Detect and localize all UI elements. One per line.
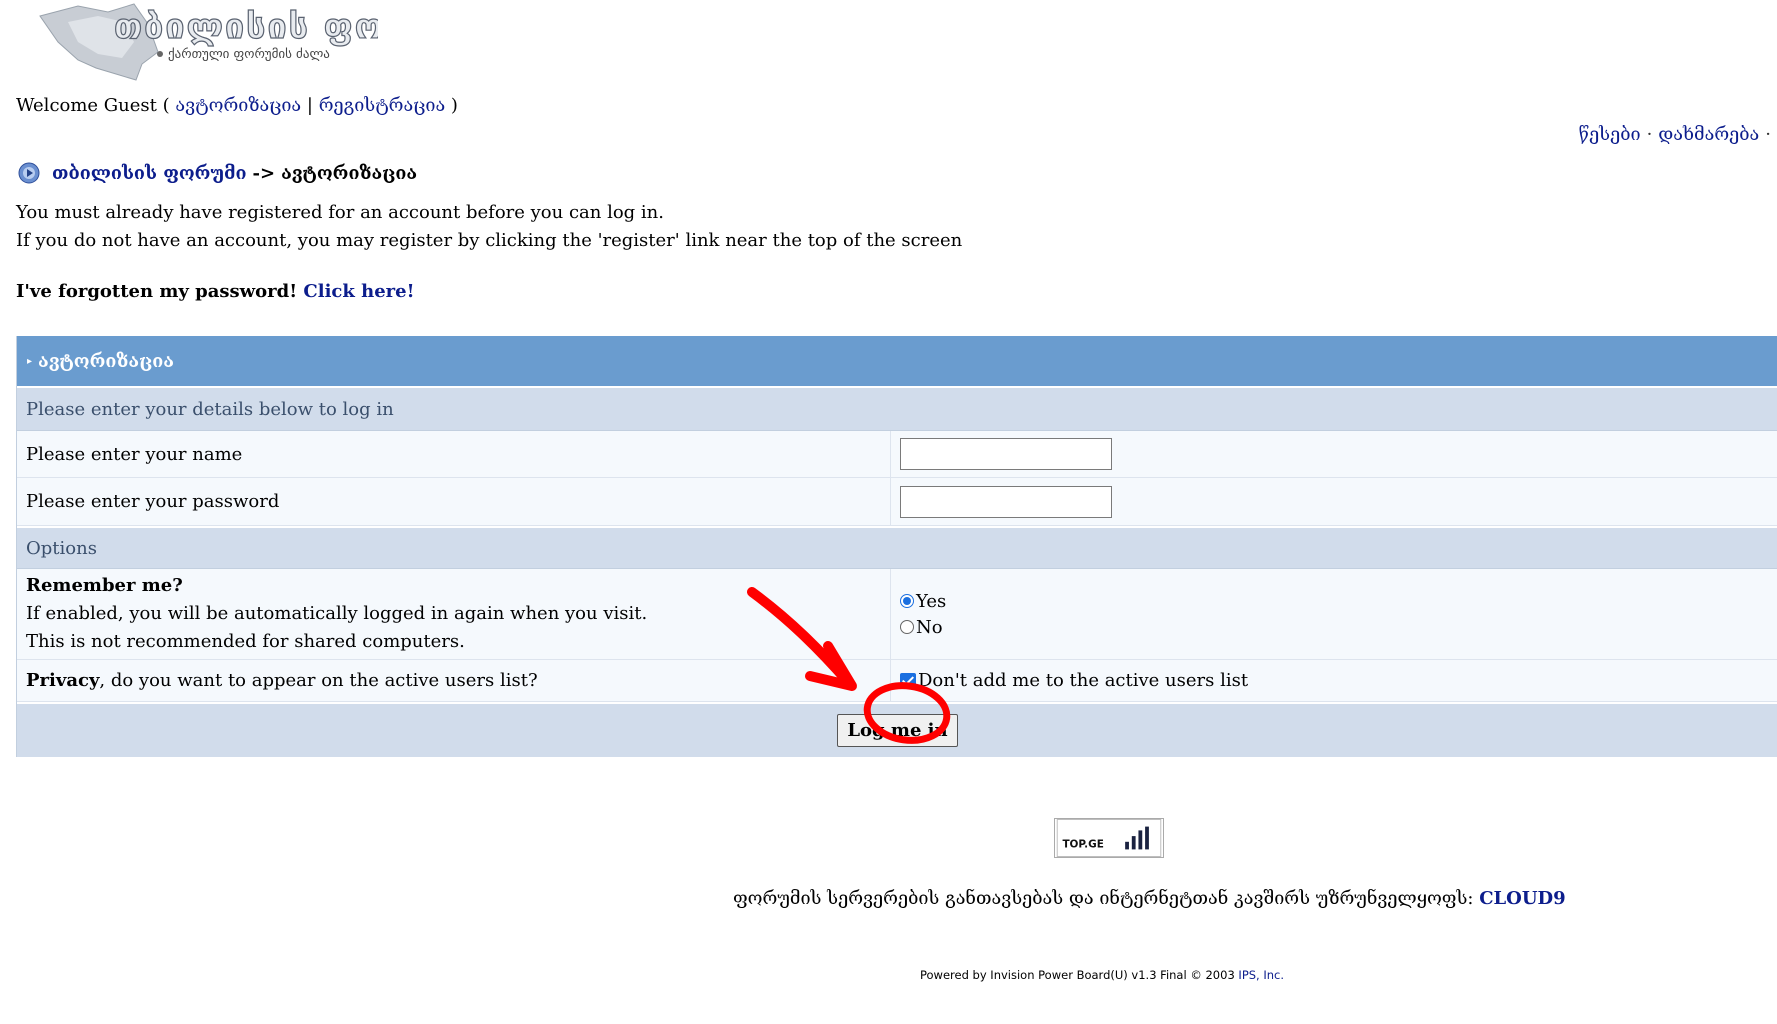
remember-yes-label[interactable]: Yes <box>916 591 946 612</box>
counter-label: TOP.GE <box>1062 839 1103 851</box>
remember-row: Remember me? If enabled, you will be aut… <box>17 569 1777 660</box>
remember-no-label[interactable]: No <box>916 617 943 638</box>
rules-link[interactable]: წესები <box>1579 124 1641 145</box>
login-info: You must already have registered for an … <box>16 199 962 255</box>
form-title-bar: ▸ ავტორიზაცია <box>17 336 1777 386</box>
welcome-bar: Welcome Guest ( ავტორიზაცია | რეგისტრაცი… <box>16 95 458 116</box>
login-button[interactable]: Log me in <box>837 714 958 747</box>
nav-bullet-icon <box>18 162 40 184</box>
breadcrumb-forum-link[interactable]: თბილისის ფორუმი <box>52 163 247 184</box>
welcome-prefix: Welcome Guest ( <box>16 95 176 116</box>
options-header: Options <box>17 526 1777 569</box>
name-label: Please enter your name <box>26 443 243 465</box>
breadcrumb-arrow: -> <box>252 162 276 184</box>
ips-link[interactable]: IPS, Inc. <box>1238 968 1284 982</box>
logo-subtitle: ქართული ფორუმის ძალა <box>168 47 330 62</box>
details-header-text: Please enter your details below to log i… <box>26 398 394 420</box>
remember-desc-1: If enabled, you will be automatically lo… <box>26 603 648 624</box>
welcome-suffix: ) <box>445 95 458 116</box>
password-row: Please enter your password <box>17 478 1777 526</box>
remember-no-radio[interactable] <box>900 620 914 634</box>
privacy-bold: Privacy <box>26 670 100 691</box>
name-row: Please enter your name <box>17 431 1777 478</box>
breadcrumb: თბილისის ფორუმი -> ავტორიზაცია <box>18 162 417 184</box>
dot-separator-end: · <box>1765 124 1771 145</box>
password-input[interactable] <box>900 485 1112 518</box>
options-header-text: Options <box>26 537 97 559</box>
remember-title: Remember me? <box>26 575 183 596</box>
breadcrumb-current: ავტორიზაცია <box>281 162 418 184</box>
remember-no-option[interactable]: No <box>900 614 1777 640</box>
dot-separator: · <box>1646 124 1653 145</box>
powered-by: Powered by Invision Power Board(U) v1.3 … <box>920 968 1284 982</box>
privacy-row: Privacy, do you want to appear on the ac… <box>17 660 1777 702</box>
form-title: ავტორიზაცია <box>38 350 174 372</box>
remember-desc-2: This is not recommended for shared compu… <box>26 631 465 652</box>
forgot-password: I've forgotten my password! Click here! <box>16 281 415 302</box>
topge-counter-badge[interactable]: TOP.GE <box>1054 818 1164 858</box>
remember-yes-radio[interactable] <box>900 594 914 608</box>
help-link[interactable]: დახმარება <box>1658 124 1759 145</box>
password-label: Please enter your password <box>26 491 280 512</box>
title-triangle-icon: ▸ <box>27 355 33 367</box>
powered-text: Powered by Invision Power Board(U) v1.3 … <box>920 968 1239 982</box>
privacy-checkbox[interactable] <box>900 672 916 689</box>
details-header: Please enter your details below to log i… <box>17 386 1777 431</box>
forgot-password-link[interactable]: Click here! <box>303 281 414 302</box>
top-links: წესები · დახმარება · <box>1579 124 1777 145</box>
remember-yes-option[interactable]: Yes <box>900 588 1777 614</box>
register-link[interactable]: რეგისტრაცია <box>319 95 446 116</box>
privacy-checkbox-label[interactable]: Don't add me to the active users list <box>918 670 1248 691</box>
privacy-question: , do you want to appear on the active us… <box>99 670 538 691</box>
welcome-separator: | <box>301 95 319 116</box>
cloud9-link[interactable]: CLOUD9 <box>1479 888 1566 909</box>
login-form: ▸ ავტორიზაცია Please enter your details … <box>16 336 1777 757</box>
forum-logo[interactable]: თბილისის ფორუმი ქართული ფორუმის ძალა <box>38 2 378 86</box>
sponsor-text: ფორუმის სერვერების განთავსებას და ინტერნ… <box>733 888 1480 909</box>
submit-row: Log me in <box>17 702 1777 757</box>
info-line-1: You must already have registered for an … <box>16 202 664 223</box>
name-input[interactable] <box>900 438 1112 470</box>
logo-title: თბილისის ფორუმი <box>114 7 378 47</box>
info-line-2: If you do not have an account, you may r… <box>16 230 963 251</box>
forgot-text: I've forgotten my password! <box>16 281 298 302</box>
sponsor-line: ფორუმის სერვერების განთავსებას და ინტერნ… <box>733 888 1566 909</box>
login-link[interactable]: ავტორიზაცია <box>175 95 301 116</box>
